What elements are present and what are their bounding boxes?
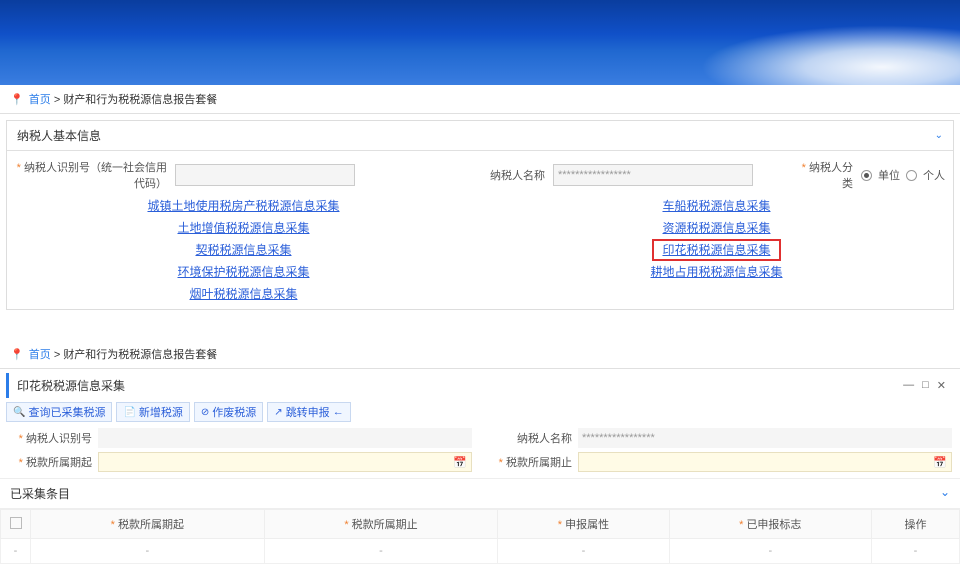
link-resource-tax[interactable]: 资源税税源信息采集 [662, 217, 770, 239]
sub-id-label: 纳税人识别号 [8, 430, 98, 446]
link-stamp-tax[interactable]: 印花税税源信息采集 [662, 241, 770, 259]
cell-check: - [1, 539, 31, 564]
col-period-end: 税款所属期止 [344, 519, 417, 531]
radio-person-label: 个人 [923, 167, 945, 183]
link-farmland-tax[interactable]: 耕地占用税税源信息采集 [650, 261, 782, 283]
period-end-input[interactable]: 📅 [578, 452, 952, 472]
window-controls: — □ ✕ [903, 379, 946, 392]
taxpayer-info-row: 纳税人识别号（统一社会信用代码） 纳税人名称 纳税人分类 单位 个人 [7, 155, 953, 195]
sub-form-row1: 纳税人识别号 纳税人名称 ***************** [0, 426, 960, 450]
taxpayer-id-input[interactable] [175, 164, 355, 186]
collected-title: 已采集条目 [10, 485, 70, 502]
cell-start: - [31, 539, 265, 564]
link-urban-land[interactable]: 城镇土地使用税房产税税源信息采集 [147, 195, 339, 217]
links-col-left: 城镇土地使用税房产税税源信息采集 土地增值税税源信息采集 契税税源信息采集 环境… [7, 195, 480, 305]
link-land-vat[interactable]: 土地增值税税源信息采集 [177, 217, 309, 239]
radio-unit-label: 单位 [878, 167, 900, 183]
period-start-label: 税款所属期起 [8, 454, 98, 470]
cell-end: - [264, 539, 498, 564]
toolbar: 🔍查询已采集税源 📄新增税源 ⊘作废税源 ↗跳转申报← [0, 398, 960, 426]
col-period-start: 税款所属期起 [111, 519, 184, 531]
cell-flag: - [669, 539, 871, 564]
sub-form-row2: 税款所属期起 📅 税款所属期止 📅 [0, 450, 960, 474]
link-tobacco-tax[interactable]: 烟叶税税源信息采集 [189, 283, 297, 305]
col-attr: 申报属性 [558, 519, 609, 531]
chevron-down-icon: ⌄ [940, 485, 950, 502]
col-flag: 已申报标志 [739, 519, 801, 531]
taxpayer-name-label: 纳税人名称 [393, 167, 553, 183]
panel-title: 纳税人基本信息 [17, 127, 101, 144]
taxpayer-id-label: 纳税人识别号（统一社会信用代码） [15, 159, 175, 191]
period-start-input[interactable]: 📅 [98, 452, 472, 472]
search-icon: 🔍 [13, 407, 25, 418]
panel-header[interactable]: 纳税人基本信息 ⌄ [7, 121, 953, 151]
taxpayer-info-panel: 纳税人基本信息 ⌄ 纳税人识别号（统一社会信用代码） 纳税人名称 纳税人分类 单… [6, 120, 954, 310]
breadcrumb-2: 📍 首页 > 财产和行为税税源信息报告套餐 [0, 340, 960, 369]
cell-action: - [872, 539, 960, 564]
breadcrumb-home[interactable]: 首页 [29, 94, 51, 106]
table-header-row: 税款所属期起 税款所属期止 申报属性 已申报标志 操作 [1, 510, 960, 539]
highlight-box: 印花税税源信息采集 [652, 239, 780, 261]
cell-attr: - [498, 539, 669, 564]
collected-header[interactable]: 已采集条目 ⌄ [0, 478, 960, 509]
table-row: - - - - - - [1, 539, 960, 564]
void-button[interactable]: ⊘作废税源 [194, 402, 263, 422]
link-deed-tax[interactable]: 契税税源信息采集 [195, 239, 291, 261]
sub-name-value: ***************** [578, 428, 952, 448]
links-col-right: 车船税税源信息采集 资源税税源信息采集 印花税税源信息采集 耕地占用税税源信息采… [480, 195, 953, 305]
subpanel-header: 印花税税源信息采集 — □ ✕ [6, 373, 954, 398]
maximize-icon[interactable]: □ [922, 379, 929, 392]
breadcrumb-path: 财产和行为税税源信息报告套餐 [63, 94, 217, 106]
new-button[interactable]: 📄新增税源 [116, 402, 189, 422]
section-2: 📍 首页 > 财产和行为税税源信息报告套餐 印花税税源信息采集 — □ ✕ 🔍查… [0, 340, 960, 564]
calendar-icon: 📅 [453, 456, 467, 469]
chevron-down-icon: ⌄ [935, 130, 943, 141]
period-end-label: 税款所属期止 [488, 454, 578, 470]
collected-table: 税款所属期起 税款所属期止 申报属性 已申报标志 操作 - - - - - - [0, 509, 960, 564]
plus-icon: 📄 [123, 407, 135, 418]
sub-id-value [98, 428, 472, 448]
jump-icon: ↗ [274, 407, 282, 418]
radio-person[interactable] [906, 170, 917, 181]
link-env-tax[interactable]: 环境保护税税源信息采集 [177, 261, 309, 283]
taxpayer-cat-radios: 单位 个人 [861, 167, 945, 183]
pin-icon: 📍 [10, 94, 24, 106]
calendar-icon: 📅 [933, 456, 947, 469]
checkbox-all[interactable] [10, 517, 22, 529]
breadcrumb-home-2[interactable]: 首页 [29, 349, 51, 361]
radio-unit[interactable] [861, 170, 872, 181]
breadcrumb-path-2: 财产和行为税税源信息报告套餐 [63, 349, 217, 361]
minimize-icon[interactable]: — [903, 379, 914, 392]
close-icon[interactable]: ✕ [937, 379, 946, 392]
query-button[interactable]: 🔍查询已采集税源 [6, 402, 112, 422]
void-icon: ⊘ [201, 407, 209, 418]
breadcrumb: 📍 首页 > 财产和行为税税源信息报告套餐 [0, 85, 960, 114]
taxpayer-name-input[interactable] [553, 164, 753, 186]
tax-links-grid: 城镇土地使用税房产税税源信息采集 土地增值税税源信息采集 契税税源信息采集 环境… [7, 195, 953, 305]
col-action: 操作 [905, 519, 927, 531]
subpanel-title: 印花税税源信息采集 [17, 377, 125, 394]
link-vehicle-tax[interactable]: 车船税税源信息采集 [662, 195, 770, 217]
header-banner [0, 0, 960, 85]
sub-name-label: 纳税人名称 [488, 430, 578, 446]
jump-button[interactable]: ↗跳转申报← [267, 402, 350, 422]
taxpayer-cat-label: 纳税人分类 [791, 159, 861, 191]
pin-icon: 📍 [10, 349, 24, 361]
